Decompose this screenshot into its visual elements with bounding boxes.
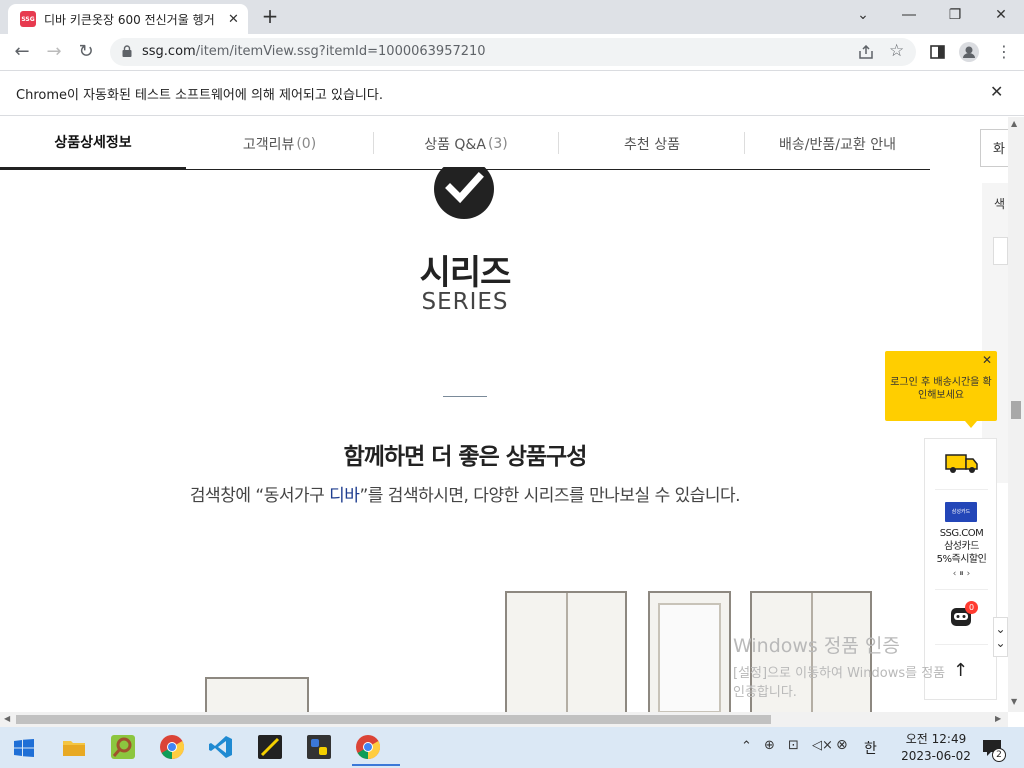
scroll-top-icon[interactable]: ↑ (953, 660, 968, 681)
watermark-line: [설정]으로 이동하여 Windows를 정품 (733, 666, 946, 681)
minimize-button[interactable]: ― (886, 0, 932, 30)
mirror-panel (658, 603, 721, 712)
watermark-title: Windows 정품 인증 (733, 635, 900, 657)
product-image-wardrobe-1 (505, 591, 627, 712)
tooltip-arrow (965, 421, 977, 428)
notification-count-badge: 2 (992, 748, 1006, 762)
bookmark-star-icon[interactable]: ☆ (889, 41, 904, 61)
scroll-right-arrow-icon[interactable]: ▶ (995, 714, 1001, 723)
door-line (566, 593, 568, 712)
promo-line: 5%즉시할인 (936, 554, 987, 565)
network-globe-icon[interactable]: ⊕ (764, 738, 775, 753)
tab-search-icon[interactable]: ⌄ (840, 0, 886, 30)
tab-label: 상품상세정보 (54, 135, 132, 151)
series-title-en: SERIES (421, 289, 509, 315)
quick-divider (935, 489, 988, 490)
section-headline: 함께하면 더 좋은 상품구성 (343, 444, 588, 470)
tab-label: 고객리뷰 (242, 136, 295, 153)
samsung-card-icon[interactable]: 삼성카드 (945, 502, 977, 522)
vscode-icon[interactable] (205, 731, 237, 763)
horizontal-scroll-thumb[interactable] (16, 715, 771, 724)
lock-icon (122, 45, 132, 57)
subtext-before: 검색창에 “동서가구 (189, 486, 330, 506)
promo-line: SSG.COM (939, 528, 984, 539)
delivery-truck-icon[interactable] (945, 451, 979, 475)
side-option-select[interactable] (993, 237, 1008, 265)
promo-carousel-controls[interactable]: ‹ ⏸ › (925, 569, 998, 579)
subtext-after: ”를 검색하시면, 다양한 시리즈를 만나보실 수 있습니다. (359, 486, 741, 506)
volume-muted-icon[interactable]: ◁× (812, 738, 833, 753)
side-option-label: 색 (994, 197, 1006, 211)
clock-date: 2023-06-02 (901, 749, 971, 763)
tooltip-text: 로그인 후 배송시간을 확인해보세요 (890, 377, 992, 401)
python-app-icon[interactable] (303, 731, 335, 763)
profile-avatar-icon[interactable] (959, 42, 979, 62)
page-viewport: 상품상세정보 고객리뷰 (0) 상품 Q&A (3) 추천 상품 배송/반품/교환 … (0, 117, 1008, 712)
tab-close-icon[interactable]: ✕ (228, 12, 239, 27)
notes-app-icon[interactable] (254, 731, 286, 763)
login-delivery-tooltip: ✕ 로그인 후 배송시간을 확인해보세요 (885, 351, 997, 428)
tab-recommended[interactable]: 추천 상품 (559, 117, 745, 170)
product-image-low-cabinet (205, 677, 309, 712)
browser-tab[interactable]: SSG 디바 키큰옷장 600 전신거울 헹거 ✕ (8, 4, 248, 34)
reload-icon[interactable]: ↻ (74, 40, 98, 64)
window-close-button[interactable]: ✕ (978, 0, 1024, 30)
tab-title: 디바 키큰옷장 600 전신거울 헹거 (44, 12, 215, 27)
side-panel-icon[interactable] (930, 45, 945, 59)
tray-chevron-up-icon[interactable]: ⌃ (741, 739, 752, 754)
scroll-down-arrow-icon[interactable]: ▼ (1011, 697, 1017, 706)
series-title-ko: 시리즈 (419, 253, 512, 293)
new-tab-button[interactable]: + (258, 5, 282, 29)
card-promo-text[interactable]: SSG.COM 삼성카드 5%즉시할인 (925, 527, 998, 566)
url-text[interactable]: ssg.com/item/itemView.ssg?itemId=1000063… (142, 44, 486, 59)
side-option-tab[interactable]: 화 (980, 129, 1008, 167)
chatbot-badge: 0 (965, 601, 978, 614)
scroll-up-arrow-icon[interactable]: ▲ (1011, 119, 1017, 128)
file-explorer-icon[interactable] (58, 731, 90, 763)
tab-favicon: SSG (20, 11, 36, 27)
menu-kebab-icon[interactable]: ⋮ (996, 42, 1012, 61)
search-app-icon[interactable] (107, 731, 139, 763)
subtext-brand: 디바 (329, 486, 360, 506)
vertical-scroll-thumb[interactable] (1011, 401, 1021, 419)
clock-time: 오전 12:49 (905, 732, 967, 746)
infobar-text: Chrome이 자동화된 테스트 소프트웨어에 의해 제어되고 있습니다. (16, 88, 383, 103)
watermark-line: 인증합니다. (733, 685, 797, 700)
chevron-down-icon[interactable]: ⌄ ⌄ (993, 617, 1008, 657)
product-image-mirror-wardrobe (648, 591, 731, 712)
back-icon[interactable]: ← (10, 40, 34, 64)
tab-qna[interactable]: 상품 Q&A (3) (373, 117, 559, 170)
tooltip-close-icon[interactable]: ✕ (982, 353, 992, 367)
infobar-close-icon[interactable]: ✕ (990, 82, 1003, 101)
tab-product-detail[interactable]: 상품상세정보 (0, 117, 186, 170)
tab-label: 추천 상품 (624, 136, 680, 153)
windows-start-icon[interactable] (14, 739, 34, 757)
section-subtext: 검색창에 “동서가구 디바”를 검색하시면, 다양한 시리즈를 만나보실 수 있… (0, 481, 930, 506)
tab-shipping-info[interactable]: 배송/반품/교환 안내 (745, 117, 930, 170)
section-divider (443, 396, 487, 397)
share-icon[interactable] (858, 45, 874, 59)
chrome-active-icon[interactable] (352, 731, 400, 766)
blocked-circle-icon[interactable]: ⊗ (836, 737, 848, 753)
tab-label: 배송/반품/교환 안내 (779, 136, 896, 153)
network-wired-icon[interactable]: ⊡ (788, 738, 799, 753)
url-host: ssg.com (142, 44, 196, 59)
tab-reviews[interactable]: 고객리뷰 (0) (186, 117, 373, 170)
taskbar-clock[interactable]: 오전 12:49 2023-06-02 (896, 731, 976, 765)
promo-line: 삼성카드 (944, 541, 979, 552)
ime-indicator[interactable]: 한 (864, 738, 877, 758)
tab-count: (0) (296, 135, 317, 152)
check-circle-icon (434, 167, 494, 219)
tab-label: 상품 Q&A (424, 136, 486, 153)
url-path: /item/itemView.ssg?itemId=1000063957210 (195, 44, 486, 59)
watermark-body: [설정]으로 이동하여 Windows를 정품 인증합니다. (733, 664, 945, 702)
tab-count: (3) (487, 135, 508, 152)
windows-activation-watermark: Windows 정품 인증 [설정]으로 이동하여 Windows를 정품 인증… (733, 631, 945, 702)
scroll-left-arrow-icon[interactable]: ◀ (4, 714, 10, 723)
quick-divider (935, 589, 988, 590)
restore-button[interactable]: ❐ (932, 0, 978, 30)
forward-icon[interactable]: → (42, 40, 66, 64)
chrome-icon[interactable] (156, 731, 188, 763)
